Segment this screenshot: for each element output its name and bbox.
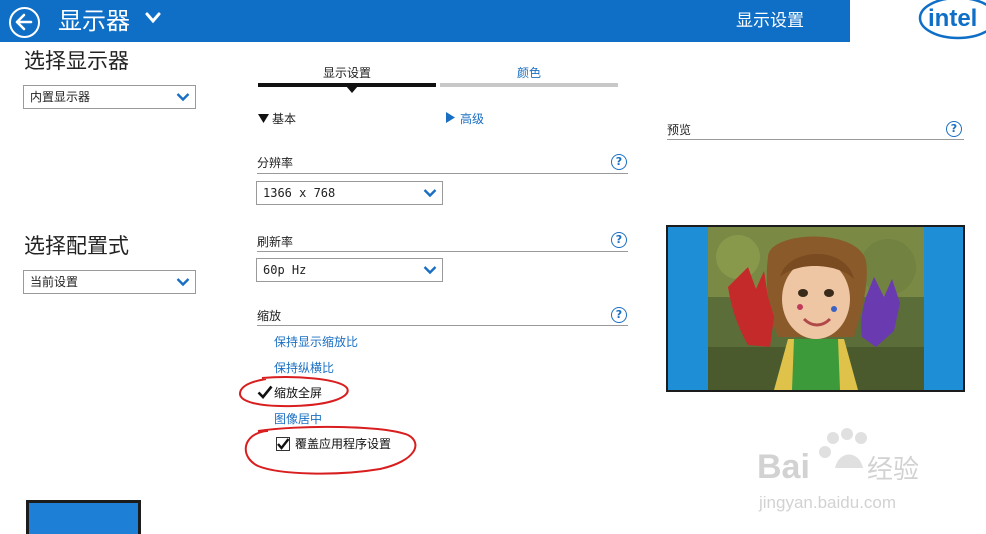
- annotation-circle: [239, 376, 349, 408]
- watermark: Bai 经验 jingyan.baidu.com: [757, 428, 919, 512]
- display-select[interactable]: 内置显示器: [23, 85, 196, 109]
- chevron-down-icon[interactable]: [145, 12, 161, 24]
- monitor-screen: [29, 503, 138, 534]
- tab-display-settings[interactable]: 显示设置: [258, 65, 436, 81]
- preview-frame: [666, 225, 965, 392]
- triangle-right-icon: [446, 112, 455, 123]
- chevron-down-icon: [423, 189, 437, 198]
- resolution-help-icon[interactable]: ?: [611, 154, 627, 170]
- app-title[interactable]: 显示器: [58, 4, 130, 38]
- scaling-help-icon[interactable]: ?: [611, 307, 627, 323]
- intel-logo-text: intel: [928, 5, 977, 32]
- divider: [257, 325, 628, 326]
- mode-advanced[interactable]: 高级: [460, 111, 484, 127]
- refresh-rate-help-icon[interactable]: ?: [611, 232, 627, 248]
- triangle-down-icon: [258, 114, 269, 123]
- watermark-url: jingyan.baidu.com: [758, 493, 896, 512]
- chevron-down-icon: [176, 93, 190, 102]
- preview-screen: [668, 227, 963, 390]
- refresh-rate-select-value: 60p Hz: [263, 263, 307, 277]
- back-button[interactable]: [9, 7, 40, 38]
- scaling-label: 缩放: [257, 309, 282, 323]
- watermark-brand-prefix: Bai: [757, 448, 810, 486]
- annotation-circle: [244, 425, 417, 475]
- select-profile-heading: 选择配置式: [24, 234, 129, 258]
- resolution-select-value: 1366 x 768: [263, 186, 336, 200]
- preview-label: 预览: [667, 123, 692, 137]
- resolution-select[interactable]: 1366 x 768: [256, 181, 443, 205]
- display-select-value: 内置显示器: [30, 90, 91, 104]
- divider: [667, 139, 964, 140]
- chevron-down-icon: [176, 278, 190, 287]
- back-arrow-icon: [15, 13, 33, 31]
- monitor-thumbnail[interactable]: [26, 500, 141, 534]
- scaling-option-maintain-display[interactable]: 保持显示缩放比: [274, 334, 358, 350]
- chevron-down-icon: [423, 266, 437, 275]
- resolution-label: 分辨率: [257, 156, 294, 170]
- refresh-rate-label: 刷新率: [257, 235, 294, 249]
- select-display-heading: 选择显示器: [24, 49, 129, 73]
- profile-select[interactable]: 当前设置: [23, 270, 196, 294]
- divider: [257, 173, 628, 174]
- scaling-option-maintain-aspect[interactable]: 保持纵横比: [274, 360, 334, 376]
- mode-basic[interactable]: 基本: [272, 111, 296, 127]
- refresh-rate-select[interactable]: 60p Hz: [256, 258, 443, 282]
- header-section-title: 显示设置: [736, 11, 804, 31]
- tab-color-indicator: [440, 83, 618, 87]
- watermark-brand-suffix: 经验: [867, 455, 919, 485]
- preview-image: [708, 227, 924, 390]
- tab-color[interactable]: 颜色: [440, 65, 618, 81]
- profile-select-value: 当前设置: [30, 275, 79, 289]
- divider: [257, 251, 628, 252]
- preview-help-icon[interactable]: ?: [946, 121, 962, 137]
- intel-logo-icon: intel: [918, 0, 986, 40]
- tab-pointer-icon: [346, 86, 358, 93]
